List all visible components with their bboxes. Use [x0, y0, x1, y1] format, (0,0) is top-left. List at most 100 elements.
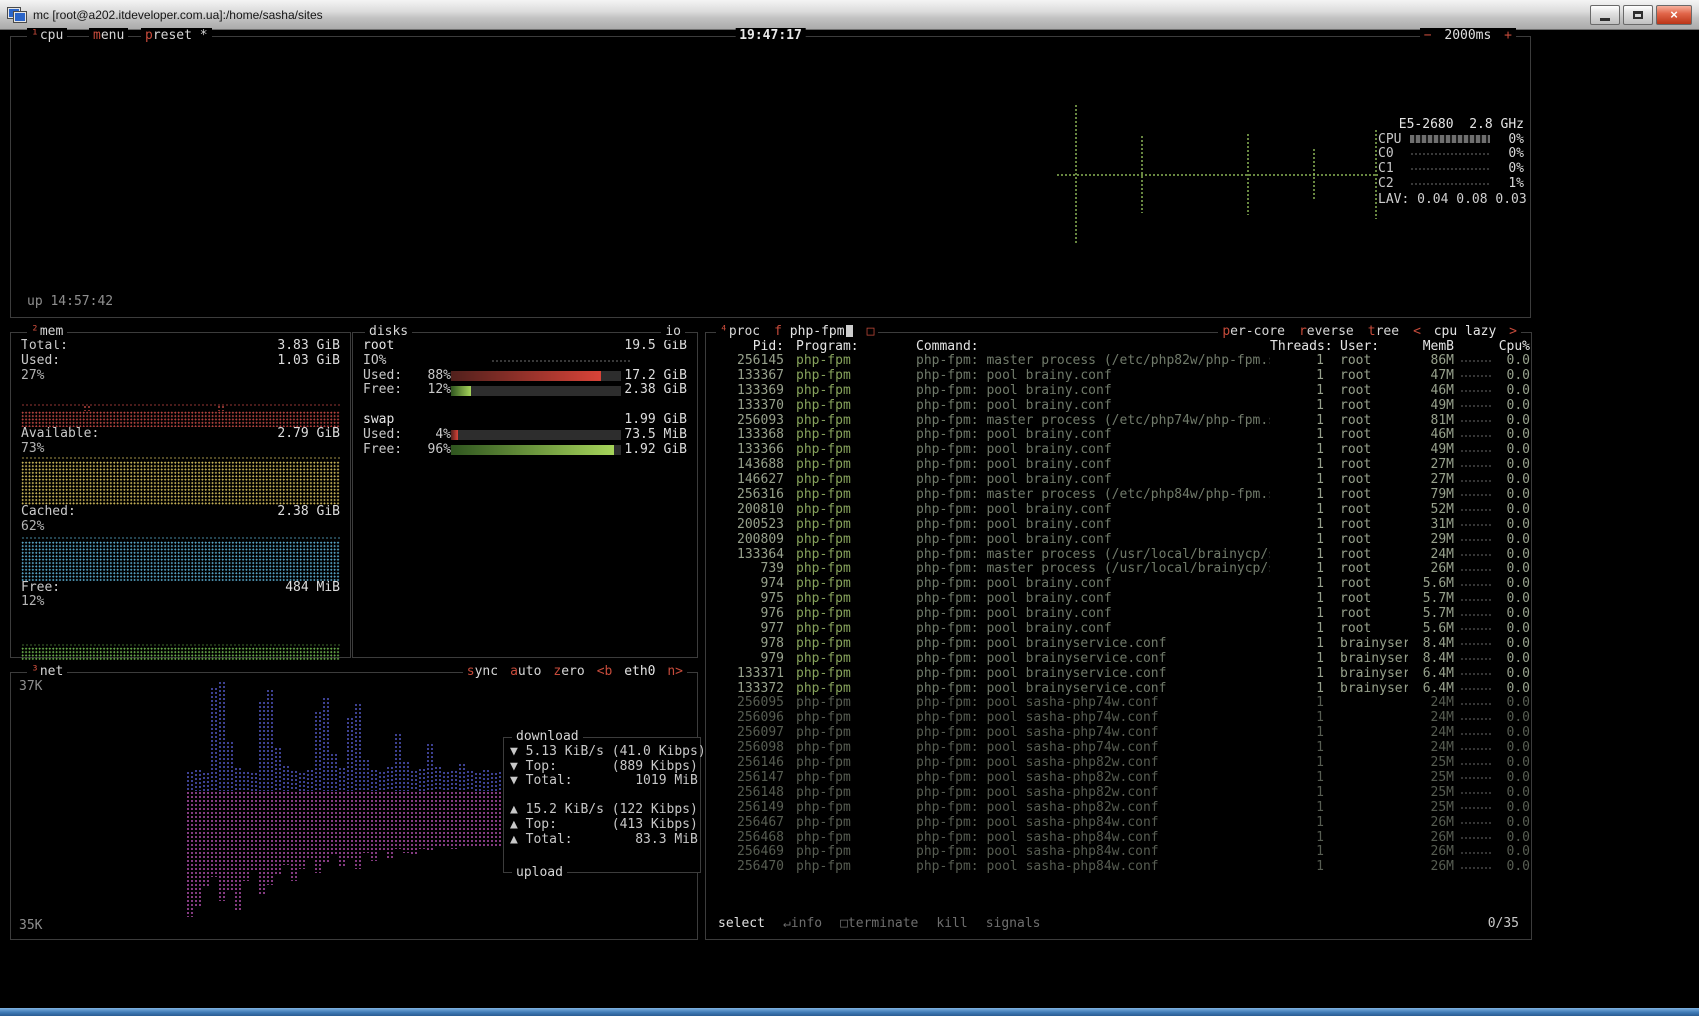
interval-value: 2000ms — [1444, 28, 1491, 43]
process-mem-sparkline — [1460, 449, 1492, 453]
process-row[interactable]: 256316php-fpmphp-fpm: master process (/e… — [706, 488, 1531, 503]
process-mem-sparkline — [1460, 389, 1492, 393]
sort-next-button[interactable]: > — [1509, 324, 1517, 339]
process-row[interactable]: 977php-fpmphp-fpm: pool brainy.conf1root… — [706, 622, 1531, 637]
titlebar[interactable]: mc [root@a202.itdeveloper.com.ua]:/home/… — [0, 0, 1699, 30]
disks-box-title[interactable]: disks — [365, 324, 412, 340]
process-row[interactable]: 256470php-fpmphp-fpm: pool sasha-php84w.… — [706, 860, 1531, 875]
tree-button[interactable]: tree — [1368, 324, 1399, 340]
io-tab[interactable]: io — [661, 324, 685, 340]
process-row[interactable]: 256098php-fpmphp-fpm: pool sasha-php74w.… — [706, 741, 1531, 756]
core-graph — [1410, 167, 1490, 170]
terminate-button[interactable]: □terminate — [840, 916, 918, 931]
filter-clear-icon[interactable]: □ — [867, 324, 875, 340]
interface-prev-button[interactable]: <b — [597, 664, 613, 679]
process-row[interactable]: 974php-fpmphp-fpm: pool brainy.conf1root… — [706, 577, 1531, 592]
proc-footer: select ↵info □terminate kill signals — [718, 916, 1041, 931]
process-mem-sparkline — [1460, 702, 1492, 706]
interval-increase-button[interactable]: + — [1504, 28, 1512, 43]
disk-io-sparkline — [491, 359, 631, 363]
interface-selector: <b eth0 n> — [597, 664, 683, 680]
process-row[interactable]: 256096php-fpmphp-fpm: pool sasha-php74w.… — [706, 711, 1531, 726]
process-row[interactable]: 256468php-fpmphp-fpm: pool sasha-php84w.… — [706, 831, 1531, 846]
process-row[interactable]: 200810php-fpmphp-fpm: pool brainy.conf1r… — [706, 503, 1531, 518]
process-row[interactable]: 976php-fpmphp-fpm: pool brainy.conf1root… — [706, 607, 1531, 622]
process-row[interactable]: 143688php-fpmphp-fpm: pool brainy.conf1r… — [706, 458, 1531, 473]
process-mem-sparkline — [1460, 747, 1492, 751]
minimize-button[interactable] — [1590, 5, 1620, 25]
process-mem-sparkline — [1460, 479, 1492, 483]
disk-root-used-row: Used:88% 17.2 GiB — [363, 369, 687, 384]
process-row[interactable]: 256145php-fpmphp-fpm: master process (/e… — [706, 354, 1531, 369]
cpu-total-row: CPU 0% — [1378, 132, 1524, 147]
process-row[interactable]: 256147php-fpmphp-fpm: pool sasha-php82w.… — [706, 771, 1531, 786]
process-row[interactable]: 256149php-fpmphp-fpm: pool sasha-php82w.… — [706, 801, 1531, 816]
mem-used-graph — [21, 383, 340, 427]
process-mem-sparkline — [1460, 762, 1492, 766]
info-button[interactable]: ↵info — [783, 916, 822, 931]
disk-swap-used-meter — [451, 430, 621, 440]
proc-box-title[interactable]: ⁴proc — [720, 324, 760, 340]
process-filter-input[interactable]: f php-fpm — [774, 324, 852, 340]
process-row[interactable]: 133369php-fpmphp-fpm: pool brainy.conf1r… — [706, 384, 1531, 399]
process-mem-sparkline — [1460, 791, 1492, 795]
process-row[interactable]: 256146php-fpmphp-fpm: pool sasha-php82w.… — [706, 756, 1531, 771]
cpu-box-title[interactable]: ¹cpu — [27, 28, 67, 44]
core-graph — [1410, 182, 1490, 185]
net-upload-graph — [186, 791, 506, 919]
process-row[interactable]: 256467php-fpmphp-fpm: pool sasha-php84w.… — [706, 816, 1531, 831]
select-button[interactable]: select — [718, 916, 765, 931]
preset-button[interactable]: preset * — [141, 28, 212, 44]
app-icon — [7, 6, 26, 23]
process-row[interactable]: 256469php-fpmphp-fpm: pool sasha-php84w.… — [706, 845, 1531, 860]
interval-decrease-button[interactable]: − — [1424, 28, 1432, 43]
cpu-model: E5-2680 2.8 GHz — [1378, 117, 1524, 132]
net-box-title[interactable]: ³net — [27, 664, 67, 680]
process-row[interactable]: 256095php-fpmphp-fpm: pool sasha-php74w.… — [706, 696, 1531, 711]
per-core-button[interactable]: per-core — [1222, 324, 1285, 340]
maximize-button[interactable] — [1623, 5, 1653, 25]
process-row[interactable]: 133372php-fpmphp-fpm: pool brainyservice… — [706, 682, 1531, 697]
proc-box: ⁴proc f php-fpm □ per-core reverse tree … — [705, 332, 1532, 940]
process-mem-sparkline — [1460, 508, 1492, 512]
process-row[interactable]: 979php-fpmphp-fpm: pool brainyservice.co… — [706, 652, 1531, 667]
uptime: up 14:57:42 — [27, 294, 113, 309]
kill-button[interactable]: kill — [936, 916, 967, 931]
process-row[interactable]: 200523php-fpmphp-fpm: pool brainy.conf1r… — [706, 518, 1531, 533]
cpu-stats-panel: E5-2680 2.8 GHz CPU 0% C0 0% C1 0% C2 1% — [1378, 117, 1524, 207]
process-table-header: Pid: Program: Command: Threads: User: Me… — [706, 339, 1531, 354]
disk-swap-used-row: Used:4% 73.5 MiB — [363, 428, 687, 443]
maximize-icon — [1633, 11, 1643, 19]
close-button[interactable]: × — [1656, 5, 1692, 25]
reverse-button[interactable]: reverse — [1299, 324, 1354, 340]
process-row[interactable]: 739php-fpmphp-fpm: master process (/usr/… — [706, 562, 1531, 577]
process-row[interactable]: 133364php-fpmphp-fpm: master process (/u… — [706, 548, 1531, 563]
sort-prev-button[interactable]: < — [1413, 324, 1421, 339]
process-row[interactable]: 978php-fpmphp-fpm: pool brainyservice.co… — [706, 637, 1531, 652]
core-row: C1 0% — [1378, 161, 1524, 176]
process-row[interactable]: 256148php-fpmphp-fpm: pool sasha-php82w.… — [706, 786, 1531, 801]
interface-next-button[interactable]: n> — [667, 664, 683, 679]
signals-button[interactable]: signals — [986, 916, 1041, 931]
process-mem-sparkline — [1460, 404, 1492, 408]
process-row[interactable]: 256093php-fpmphp-fpm: master process (/e… — [706, 414, 1531, 429]
process-row[interactable]: 146627php-fpmphp-fpm: pool brainy.conf1r… — [706, 473, 1531, 488]
mem-box-title[interactable]: ²mem — [27, 324, 67, 340]
process-row[interactable]: 133366php-fpmphp-fpm: pool brainy.conf1r… — [706, 443, 1531, 458]
clock: 19:47:17 — [735, 28, 806, 44]
process-row[interactable]: 133371php-fpmphp-fpm: pool brainyservice… — [706, 667, 1531, 682]
sync-button[interactable]: sync — [467, 664, 498, 680]
menu-button[interactable]: menu — [89, 28, 128, 44]
auto-button[interactable]: auto — [510, 664, 541, 680]
process-row[interactable]: 133367php-fpmphp-fpm: pool brainy.conf1r… — [706, 369, 1531, 384]
process-row[interactable]: 200809php-fpmphp-fpm: pool brainy.conf1r… — [706, 533, 1531, 548]
process-mem-sparkline — [1460, 851, 1492, 855]
process-row[interactable]: 133370php-fpmphp-fpm: pool brainy.conf1r… — [706, 399, 1531, 414]
process-mem-sparkline — [1460, 776, 1492, 780]
download-speed: ▼ 5.13 KiB/s (41.0 Kibps) — [510, 745, 694, 760]
process-row[interactable]: 133368php-fpmphp-fpm: pool brainy.conf1r… — [706, 428, 1531, 443]
process-row[interactable]: 256097php-fpmphp-fpm: pool sasha-php74w.… — [706, 726, 1531, 741]
process-row[interactable]: 975php-fpmphp-fpm: pool brainy.conf1root… — [706, 592, 1531, 607]
zero-button[interactable]: zero — [553, 664, 584, 680]
process-mem-sparkline — [1460, 613, 1492, 617]
